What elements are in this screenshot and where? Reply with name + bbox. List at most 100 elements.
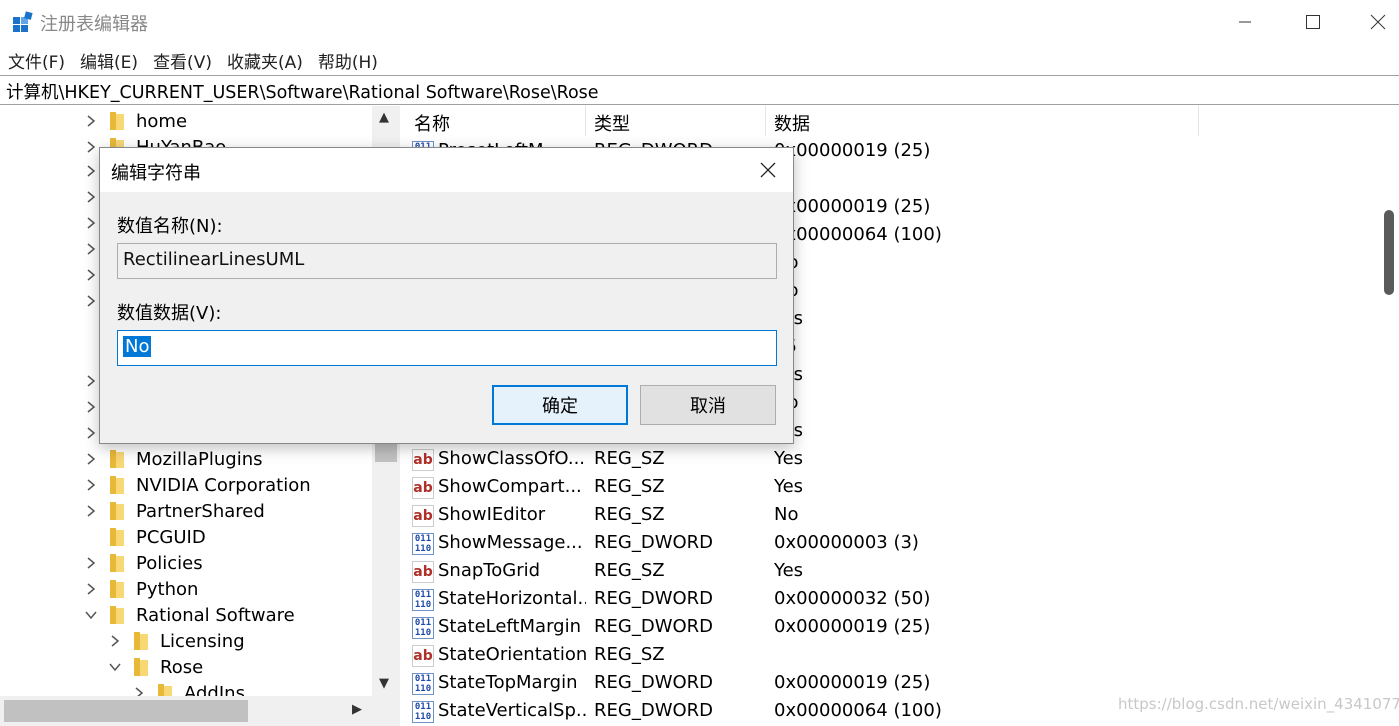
list-item[interactable]: ab ShowIEditor REG_SZ No [406, 502, 1386, 530]
value-type: REG_SZ [594, 448, 665, 469]
tree-item-label: Rose [160, 656, 204, 678]
list-item[interactable]: ab StateOrientation REG_SZ [406, 642, 1386, 670]
chevron-right-icon[interactable] [84, 216, 98, 230]
list-item[interactable]: 011 110 StateLeftMargin REG_DWORD 0x00000019… [406, 614, 1386, 642]
string-value-icon: ab [412, 645, 434, 667]
menu-edit[interactable]: 编辑(E) [72, 44, 145, 74]
folder-icon [110, 502, 124, 520]
binary-value-icon: 011110 [412, 533, 434, 555]
folder-icon [110, 112, 124, 130]
tree-item[interactable]: Policies [84, 550, 203, 576]
value-data-input[interactable]: No [117, 330, 777, 366]
scroll-thumb[interactable] [4, 700, 248, 722]
edit-string-dialog: 编辑字符串 数值名称(N): RectilinearLinesUML 数值数据(… [99, 147, 794, 444]
value-name: ShowClassOfO... [438, 448, 586, 469]
menu-file[interactable]: 文件(F) [0, 44, 72, 74]
menu-view[interactable]: 查看(V) [145, 44, 219, 74]
chevron-right-icon[interactable] [84, 140, 98, 154]
tree-item-label: Rational Software [136, 604, 295, 626]
string-value-icon: ab [412, 449, 434, 471]
value-type: REG_DWORD [594, 672, 714, 693]
scroll-up-icon[interactable]: ▲ [379, 110, 389, 125]
list-item[interactable]: 011 110 StateTopMargin REG_DWORD 0x00000019 … [406, 670, 1386, 698]
value-name-field: RectilinearLinesUML [117, 243, 777, 279]
value-data: Yes [774, 448, 804, 469]
maximize-button[interactable] [1290, 6, 1336, 38]
maximize-icon [1306, 15, 1320, 29]
folder-icon [110, 606, 124, 624]
tree-item[interactable]: PCGUID [110, 524, 206, 550]
menu-help[interactable]: 帮助(H) [310, 44, 385, 74]
close-window-button[interactable] [1355, 6, 1399, 38]
column-data[interactable]: 数据 [766, 106, 1199, 136]
value-name: StateHorizontal... [438, 588, 586, 609]
chevron-right-icon[interactable] [84, 556, 98, 570]
value-type: REG_DWORD [594, 700, 714, 721]
binary-value-icon: 011110 [412, 673, 434, 695]
chevron-right-icon[interactable] [84, 504, 98, 518]
list-item[interactable]: 011 110 ShowMessage... REG_DWORD 0x00000003 … [406, 530, 1386, 558]
value-data: 0x00000064 (100) [774, 700, 942, 721]
value-data: 0x00000019 (25) [774, 196, 931, 217]
value-data: Yes [774, 476, 804, 497]
tree-item-label: Licensing [160, 630, 245, 652]
list-scroll-thumb[interactable] [1384, 210, 1394, 295]
tree-item-label: NVIDIA Corporation [136, 474, 311, 496]
chevron-right-icon[interactable] [108, 634, 122, 648]
ok-button[interactable]: 确定 [492, 385, 628, 425]
value-data-label: 数值数据(V): [117, 303, 222, 324]
folder-icon [134, 658, 148, 676]
close-icon [1370, 14, 1386, 30]
chevron-right-icon[interactable] [84, 268, 98, 282]
address-bar[interactable]: 计算机\HKEY_CURRENT_USER\Software\Rational … [0, 75, 1399, 105]
tree-item[interactable]: PartnerShared [84, 498, 265, 524]
chevron-right-icon[interactable] [84, 400, 98, 414]
value-name: ShowCompart... [438, 476, 582, 497]
value-name: SnapToGrid [438, 560, 541, 581]
chevron-right-icon[interactable] [84, 582, 98, 596]
list-header: 名称 类型 数据 [406, 106, 1199, 136]
chevron-right-icon[interactable] [84, 374, 98, 388]
tree-horizontal-scrollbar[interactable]: ▶ [0, 696, 400, 726]
folder-icon [110, 450, 124, 468]
list-item[interactable]: 011 110 StateHorizontal... REG_DWORD 0x00000… [406, 586, 1386, 614]
column-name[interactable]: 名称 [406, 106, 586, 136]
scroll-down-icon[interactable]: ▼ [379, 676, 389, 691]
tree-item[interactable]: Licensing [108, 628, 245, 654]
list-item[interactable]: ab ShowCompart... REG_SZ Yes [406, 474, 1386, 502]
tree-item[interactable]: Python [84, 576, 198, 602]
folder-icon [110, 528, 124, 546]
chevron-right-icon[interactable] [84, 114, 98, 128]
tree-item[interactable]: Rose [108, 654, 203, 680]
list-item[interactable]: ab ShowClassOfO... REG_SZ Yes [406, 446, 1386, 474]
tree-item[interactable]: MozillaPlugins [84, 446, 263, 472]
binary-value-icon: 011110 [412, 589, 434, 611]
chevron-right-icon[interactable] [84, 190, 98, 204]
menu-favorites[interactable]: 收藏夹(A) [219, 44, 310, 74]
tree-item[interactable]: home [84, 108, 187, 134]
minimize-icon [1239, 21, 1251, 23]
tree-item-label: home [136, 110, 188, 132]
value-name: StateLeftMargin [438, 616, 581, 637]
cancel-button[interactable]: 取消 [640, 385, 776, 425]
value-name: StateTopMargin [438, 672, 578, 693]
value-data: 0x00000032 (50) [774, 588, 931, 609]
chevron-down-icon[interactable] [108, 660, 122, 674]
close-icon[interactable] [756, 158, 780, 182]
tree-item-label: MozillaPlugins [136, 448, 263, 470]
watermark: https://blog.csdn.net/weixin_43410772 [1118, 695, 1399, 713]
column-type[interactable]: 类型 [586, 106, 766, 136]
chevron-right-icon[interactable] [84, 478, 98, 492]
tree-item[interactable]: NVIDIA Corporation [84, 472, 311, 498]
minimize-button[interactable] [1222, 6, 1268, 38]
chevron-right-icon[interactable] [84, 164, 98, 178]
chevron-right-icon[interactable] [84, 242, 98, 256]
chevron-right-icon[interactable] [84, 294, 98, 308]
chevron-right-icon[interactable] [84, 426, 98, 440]
chevron-down-icon[interactable] [84, 608, 98, 622]
tree-item[interactable]: Rational Software [84, 602, 295, 628]
chevron-right-icon[interactable] [84, 452, 98, 466]
list-item[interactable]: ab SnapToGrid REG_SZ Yes [406, 558, 1386, 586]
value-type: REG_SZ [594, 644, 665, 665]
scroll-right-icon[interactable]: ▶ [352, 702, 362, 717]
